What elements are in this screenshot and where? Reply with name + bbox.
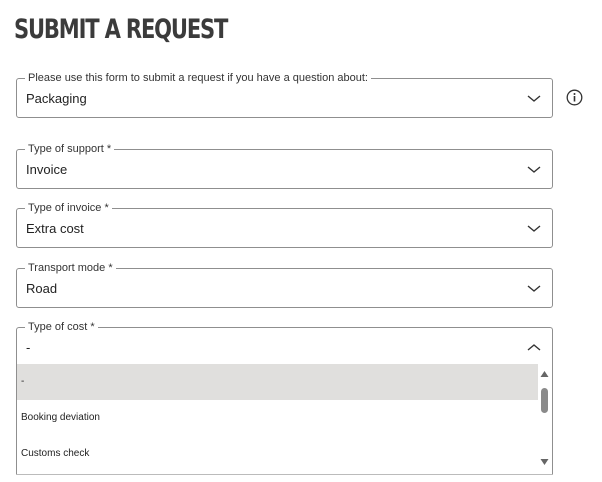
scrollbar-thumb[interactable] [541,388,548,413]
dropdown-option[interactable]: Booking deviation [17,400,538,436]
scroll-down-arrow-icon[interactable] [540,458,549,466]
chevron-down-icon [527,166,541,173]
field-label: Please use this form to submit a request… [25,71,371,85]
field-value: Packaging [26,91,87,106]
transport-mode-select[interactable]: Transport mode * Road [16,261,553,308]
type-of-invoice-select[interactable]: Type of invoice * Extra cost [16,201,553,248]
scroll-up-arrow-icon[interactable] [540,370,549,378]
info-icon[interactable] [566,89,583,106]
dropdown-option[interactable]: - [17,364,538,400]
page-title: SUBMIT A REQUEST [14,14,228,45]
field-label: Type of support * [25,142,115,156]
question-about-select[interactable]: Please use this form to submit a request… [16,71,553,118]
chevron-down-icon [527,225,541,232]
field-value: - [26,340,31,355]
field-value: Invoice [26,162,68,177]
field-value: Extra cost [26,221,84,236]
field-label: Type of cost * [25,320,98,334]
field-value: Road [26,281,58,296]
type-of-support-select[interactable]: Type of support * Invoice [16,142,553,189]
chevron-down-icon [527,95,541,102]
field-label: Type of invoice * [25,201,112,215]
chevron-up-icon [527,344,541,351]
type-of-cost-select[interactable]: Type of cost * - [16,320,553,367]
field-label: Transport mode * [25,261,116,275]
dropdown-option[interactable]: Customs check [17,436,538,472]
chevron-down-icon [527,285,541,292]
dropdown-scrollbar[interactable] [538,366,551,472]
type-of-cost-listbox[interactable]: - Booking deviation Customs check [16,364,553,474]
divider [16,474,553,475]
